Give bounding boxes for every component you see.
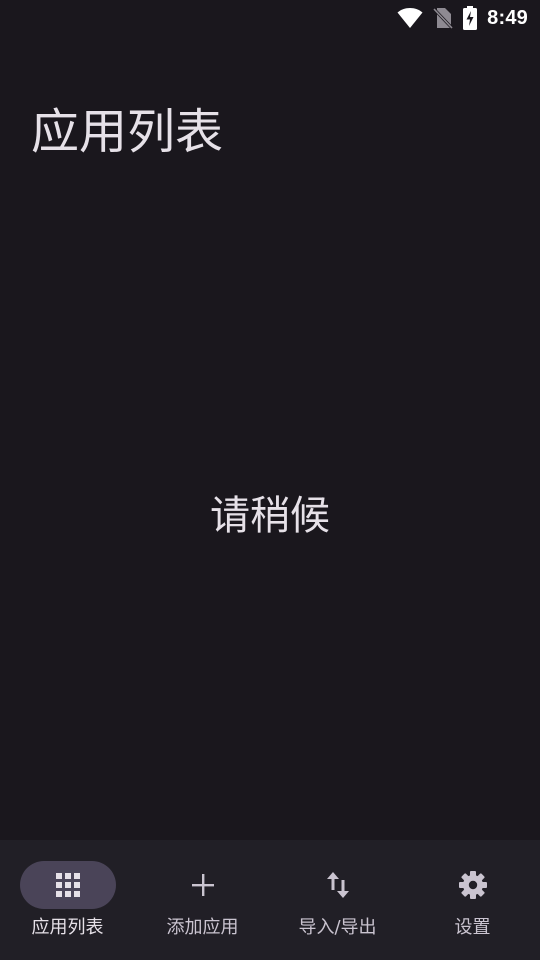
nav-item-add-app[interactable]: 添加应用 [135, 840, 270, 960]
page-title: 应用列表 [31, 104, 224, 160]
nav-item-settings[interactable]: 设置 [405, 840, 540, 960]
nav-item-app-list[interactable]: 应用列表 [0, 840, 135, 960]
status-time: 8:49 [487, 6, 528, 29]
battery-charging-icon [463, 6, 478, 30]
grid-icon [55, 872, 81, 898]
nav-label-add-app: 添加应用 [166, 917, 239, 938]
bottom-navigation: 应用列表 添加应用 导入/导出 设置 [0, 840, 540, 960]
wifi-icon [397, 7, 423, 29]
plus-icon [191, 873, 215, 897]
nav-label-app-list: 应用列表 [31, 917, 104, 938]
nav-item-import-export[interactable]: 导入/导出 [270, 840, 405, 960]
nav-label-import-export: 导入/导出 [298, 917, 377, 938]
nav-active-indicator [19, 861, 116, 909]
status-bar: 8:49 [0, 0, 540, 36]
swap-vertical-icon [326, 871, 350, 899]
status-icons: 8:49 [397, 4, 528, 32]
nav-label-settings: 设置 [454, 917, 491, 938]
no-sim-icon [433, 7, 454, 29]
loading-text: 请稍候 [210, 493, 330, 539]
gear-icon [458, 870, 488, 900]
